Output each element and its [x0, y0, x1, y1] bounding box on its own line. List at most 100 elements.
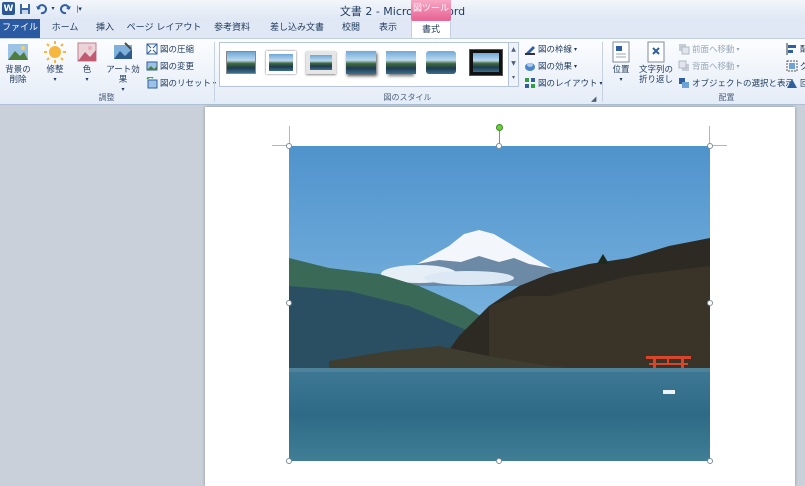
artistic-effects-label: アート効果	[106, 65, 140, 85]
gallery-up-icon[interactable]: ▲	[509, 43, 518, 57]
mount-fuji-photo	[289, 146, 710, 461]
corrections-button[interactable]: 修整 ▾	[40, 41, 70, 85]
send-backward-icon	[678, 60, 689, 71]
rotation-handle[interactable]	[496, 124, 503, 131]
picture-style-5[interactable]	[386, 51, 416, 74]
align-label: 配	[800, 45, 805, 55]
change-picture-label: 図の変更	[160, 62, 195, 72]
bring-forward-button[interactable]: 前面へ移動 ▾	[678, 42, 740, 56]
change-picture-icon	[146, 61, 158, 71]
remove-background-label-line1: 背景の	[5, 65, 31, 75]
corrections-label: 修整	[46, 65, 64, 75]
send-backward-label: 背面へ移動	[692, 62, 735, 72]
reset-picture-label: 図のリセット	[160, 79, 212, 89]
picture-border-label: 図の枠線	[538, 45, 573, 55]
tab-mailings[interactable]: 差し込み文書	[262, 19, 332, 38]
position-dropdown-icon: ▾	[619, 76, 623, 83]
selected-picture[interactable]	[289, 146, 710, 461]
selection-pane-button[interactable]: オブジェクトの選択と表示	[678, 76, 794, 90]
color-picture-icon	[75, 41, 99, 63]
tab-insert[interactable]: 挿入	[88, 19, 122, 38]
ribbon-tabs: ファイル ホーム 挿入 ページ レイアウト 参考資料 差し込み文書 校閲 表示 …	[0, 19, 805, 38]
picture-style-7[interactable]	[469, 49, 503, 76]
resize-handle-bottom-left[interactable]	[286, 458, 292, 464]
picture-styles-gallery	[219, 42, 509, 87]
effects-icon	[525, 63, 535, 71]
compress-icon	[146, 43, 158, 55]
remove-background-button[interactable]: 背景の 削除	[2, 41, 34, 85]
picture-styles-group-label: 図のスタイル	[383, 93, 432, 102]
tab-review[interactable]: 校閲	[336, 19, 366, 38]
send-backward-dropdown-icon: ▾	[736, 62, 740, 70]
gallery-more-icon[interactable]: ▾	[509, 71, 518, 85]
rotate-button[interactable]: 回	[786, 76, 805, 90]
picture-border-button[interactable]: 図の枠線 ▾	[524, 42, 577, 56]
compress-pictures-button[interactable]: 図の圧縮	[146, 42, 194, 56]
gallery-down-icon[interactable]: ▼	[509, 57, 518, 71]
group-separator	[602, 42, 603, 102]
picture-border-dropdown-icon: ▾	[574, 45, 578, 53]
picture-style-2[interactable]	[266, 51, 296, 74]
tab-references[interactable]: 参考資料	[206, 19, 258, 38]
rotate-label: 回	[800, 79, 805, 89]
window-title: 文書 2 - Microsoft Word	[339, 5, 466, 18]
position-icon	[609, 41, 633, 63]
remove-background-label-line2: 削除	[9, 75, 27, 85]
resize-handle-bottom-right[interactable]	[707, 458, 713, 464]
color-dropdown-icon: ▾	[85, 76, 89, 83]
dialog-launcher-icon[interactable]: ◢	[591, 95, 596, 103]
tab-format[interactable]: 書式	[411, 19, 451, 38]
picture-layout-button[interactable]: 図のレイアウト ▾	[524, 76, 603, 90]
adjust-group-label: 調整	[98, 93, 115, 102]
resize-handle-right[interactable]	[707, 300, 713, 306]
pencil-icon	[525, 46, 535, 55]
wrap-text-icon	[644, 41, 668, 63]
picture-style-4[interactable]	[346, 51, 376, 74]
gallery-scroll[interactable]: ▲ ▼ ▾	[509, 42, 519, 87]
resize-handle-bottom[interactable]	[496, 458, 502, 464]
picture-tools-context-label: 図ツール	[411, 0, 451, 19]
picture-style-6[interactable]	[426, 51, 456, 74]
group-icon	[786, 60, 798, 72]
group-button[interactable]: グ	[786, 59, 805, 73]
bring-forward-label: 前面へ移動	[692, 45, 735, 55]
selection-pane-label: オブジェクトの選択と表示	[692, 79, 795, 89]
change-picture-button[interactable]: 図の変更	[146, 59, 194, 73]
artistic-effects-button[interactable]: アート効果 ▾	[103, 41, 143, 95]
corrections-dropdown-icon: ▾	[53, 76, 57, 83]
reset-picture-button[interactable]: 図のリセット ▾	[146, 76, 216, 90]
picture-style-3[interactable]	[306, 51, 336, 74]
bring-forward-icon	[679, 44, 690, 55]
wrap-text-button[interactable]: 文字列の 折り返し	[636, 41, 676, 85]
tab-view[interactable]: 表示	[370, 19, 406, 38]
title-bar: W ▾ |▾ 文書 2 - Microsoft Word 図ツール	[0, 0, 805, 19]
picture-effects-button[interactable]: 図の効果 ▾	[524, 59, 577, 73]
artistic-effects-icon	[111, 41, 135, 63]
send-backward-button[interactable]: 背面へ移動 ▾	[678, 59, 740, 73]
align-button[interactable]: 配	[786, 42, 805, 56]
resize-handle-top-left[interactable]	[286, 143, 292, 149]
position-label: 位置	[612, 65, 630, 75]
align-icon	[786, 43, 796, 55]
picture-effects-dropdown-icon: ▾	[574, 62, 578, 70]
resize-handle-left[interactable]	[286, 300, 292, 306]
position-button[interactable]: 位置 ▾	[607, 41, 635, 85]
sun-icon	[43, 41, 67, 63]
resize-handle-top-right[interactable]	[707, 143, 713, 149]
wrap-text-label-line1: 文字列の	[638, 65, 673, 75]
picture-effects-label: 図の効果	[538, 62, 573, 72]
rotation-connector	[499, 131, 500, 144]
tab-file[interactable]: ファイル	[0, 19, 40, 38]
remove-background-icon	[6, 41, 30, 63]
picture-style-1[interactable]	[226, 51, 256, 74]
ribbon: 背景の 削除 修整 ▾ 色 ▾ アート効果 ▾ 図の圧縮 図の変更 図のリセット…	[0, 38, 805, 105]
color-button[interactable]: 色 ▾	[74, 41, 100, 85]
layout-icon	[525, 78, 535, 88]
reset-picture-icon	[146, 77, 158, 89]
bring-forward-dropdown-icon: ▾	[736, 45, 740, 53]
tab-page-layout[interactable]: ページ レイアウト	[126, 19, 202, 38]
tab-home[interactable]: ホーム	[46, 19, 84, 38]
group-label: グ	[800, 62, 805, 72]
compress-label: 図の圧縮	[160, 45, 195, 55]
workspace-right	[795, 105, 805, 486]
